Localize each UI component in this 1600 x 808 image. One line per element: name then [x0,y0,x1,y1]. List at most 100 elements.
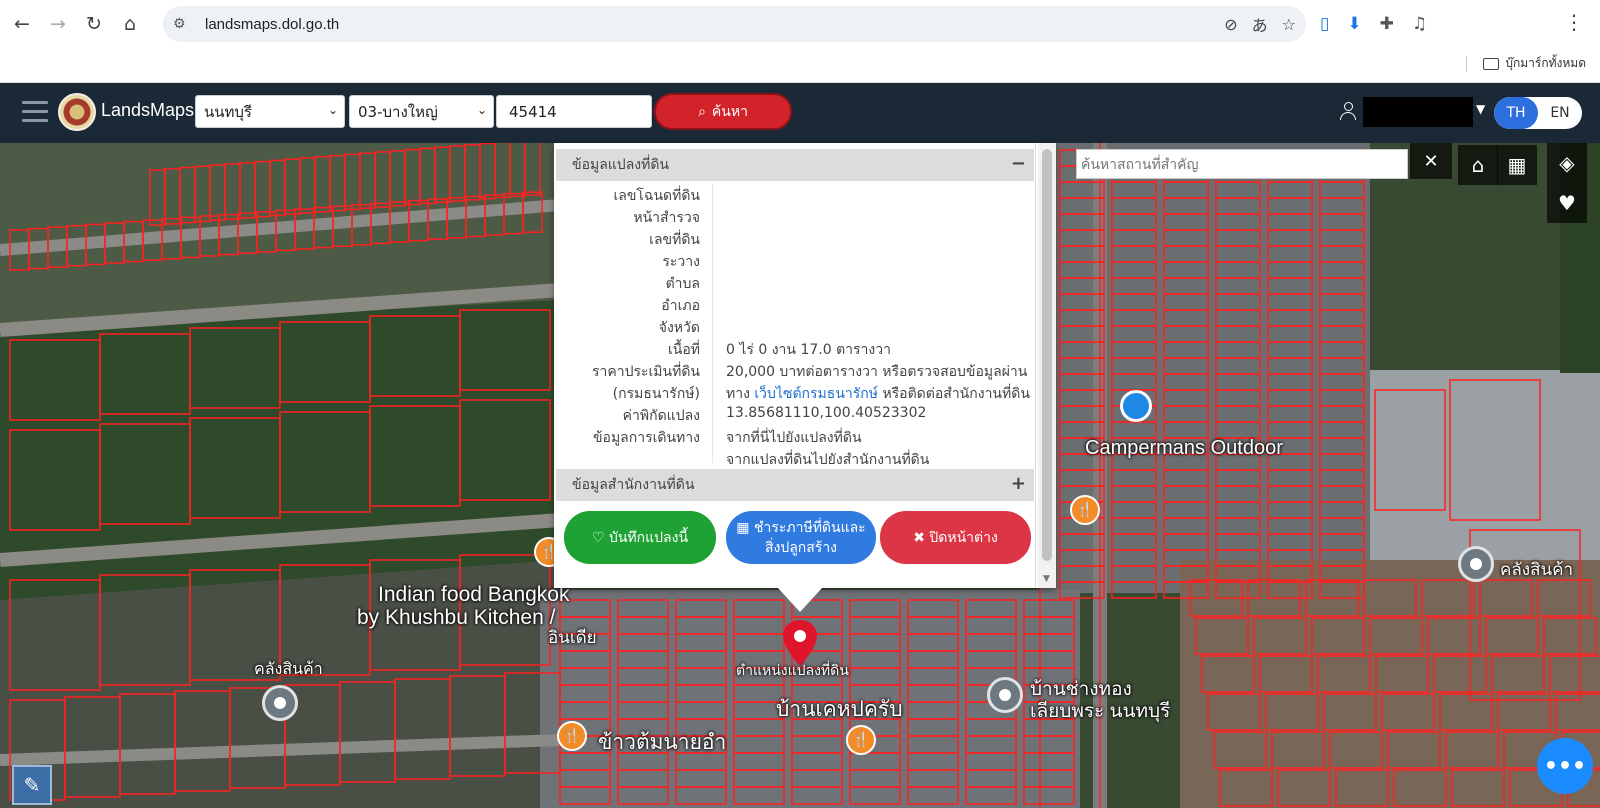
menu-icon[interactable] [22,101,48,128]
land-number-label: เลขที่ดิน [649,232,700,248]
treasury-website-link[interactable]: เว็บไซต์กรมธนารักษ์ [754,386,878,402]
parcel-position-label: ตำแหน่งแปลงที่ดิน [736,662,849,678]
site-info-icon[interactable]: ⚙ [173,16,195,32]
folder-icon [1483,57,1500,70]
extension-doc-icon[interactable]: ▯ [1320,14,1329,34]
office-info-title: ข้อมูลสำนักงานที่ดิน [572,477,695,493]
poi-label-campermans[interactable]: Campermans Outdoor [1085,437,1283,460]
home-icon[interactable]: ⌂ [112,6,148,42]
province-label: จังหวัด [658,320,700,336]
search-icon: ⌕ [698,103,706,120]
poi-label-khao-tom[interactable]: ข้าวต้มนายอำ [598,726,726,759]
district-value: 03-บางใหญ่ [358,102,438,121]
search-button[interactable]: ⌕ ค้นหา [654,93,792,130]
language-toggle[interactable]: TH EN [1494,97,1582,129]
favorite-heart-icon[interactable]: ♥ [1547,183,1587,223]
scroll-down-icon[interactable]: ▼ [1043,574,1050,584]
back-icon[interactable]: ← [4,6,40,42]
close-window-button[interactable]: ✖ ปิดหน้าต่าง [880,511,1031,564]
appraisal-label: ราคาประเมินที่ดิน [591,364,700,380]
extensions-icon[interactable]: ✚ [1380,14,1394,34]
warehouse-poi-icon[interactable] [1458,546,1494,582]
pay-tax-label-2: สิ่งปลูกสร้าง [764,539,838,556]
appraisal-value: 20,000 บาทต่อตารางวา หรือตรวจสอบข้อมูลผ่… [726,364,1028,380]
url-text[interactable]: landsmaps.dol.go.th [205,16,339,33]
map-sheet-label: ระวาง [662,254,700,270]
community-poi-icon[interactable] [987,677,1023,713]
chat-button-icon[interactable]: ••• [1537,738,1593,794]
chevron-down-icon: ⌄ [327,103,338,117]
label-divider [712,183,713,463]
close-window-label: ปิดหน้าต่าง [929,529,998,546]
lang-th-button[interactable]: TH [1494,97,1538,129]
forward-icon[interactable]: → [40,6,76,42]
eye-off-icon[interactable]: ⊘ [1224,15,1237,34]
expand-icon[interactable]: + [1011,473,1026,494]
lang-en-button[interactable]: EN [1538,97,1582,129]
food-poi-icon[interactable]: 🍴 [1070,495,1100,525]
grid-icon[interactable]: ▦ [1497,145,1537,185]
poi-label-warehouse-right[interactable]: คลังสินค้า [1500,556,1573,583]
save-parcel-label: บันทึกแปลงนี้ [608,529,689,546]
deed-label: เลขโฉนดที่ดิน [613,188,700,204]
appraisal-prefix: ทาง [726,386,750,402]
browser-menu-icon[interactable]: ⋮ [1564,10,1584,34]
pay-tax-button[interactable]: ▦ ชำระภาษีที่ดินและ สิ่งปลูกสร้าง [726,511,876,564]
poi-label-ban-kan[interactable]: บ้านเคหปครับ [776,693,903,726]
dol-logo [58,93,96,131]
province-select[interactable]: นนทบุรี ⌄ [195,95,345,128]
media-icon[interactable]: ♫ [1412,14,1427,34]
food-poi-icon[interactable]: 🍴 [557,721,587,751]
poi-label-indian-food-2[interactable]: by Khushbu Kitchen / [357,606,555,630]
district-label: อำเภอ [661,298,700,314]
chevron-down-icon: ⌄ [476,103,487,117]
pay-tax-label-1: ชำระภาษีที่ดินและ [753,519,866,536]
parcel-info-popup: ข้อมูลแปลงที่ดิน − เลขโฉนดที่ดิน หน้าสำร… [554,143,1056,588]
land-info-title: ข้อมูลแปลงที่ดิน [572,157,670,173]
app-header: LandsMaps นนทบุรี ⌄ 03-บางใหญ่ ⌄ 45414 ⌕… [0,83,1600,143]
star-icon[interactable]: ☆ [1282,15,1296,34]
coordinates-link[interactable]: 13.85681110,100.40523302 [726,405,926,421]
search-label: ค้นหา [711,103,748,120]
layers-icon[interactable]: ◈ [1547,143,1587,183]
directions-to-office-link[interactable]: จากแปลงที่ดินไปยังสำนักงานที่ดิน [726,449,929,471]
land-info-section-header[interactable]: ข้อมูลแปลงที่ดิน − [556,149,1034,181]
address-bar[interactable]: ⚙ landsmaps.dol.go.th ⊘ あ ☆ [163,6,1306,42]
warehouse-poi-icon[interactable] [262,685,298,721]
place-search-input[interactable] [1076,149,1408,179]
district-select[interactable]: 03-บางใหญ่ ⌄ [349,95,494,128]
coordinates-label: ค่าพิกัดแปลง [622,408,700,424]
all-bookmarks-button[interactable]: บุ๊กมาร์กทั้งหมด [1466,54,1586,73]
heart-icon: ♡ [591,529,609,546]
download-icon[interactable]: ⬇ [1347,14,1361,34]
collapse-icon[interactable]: − [1011,153,1026,174]
tools-icon[interactable]: ✎ [12,765,52,805]
qr-code-icon: ▦ [736,519,754,536]
appraisal-suffix: หรือติดต่อสำนักงานที่ดิน [882,386,1030,402]
survey-page-label: หน้าสำรวจ [633,210,700,226]
clear-search-icon[interactable]: ✕ [1410,143,1452,179]
all-bookmarks-label: บุ๊กมาร์กทั้งหมด [1505,56,1586,70]
directions-to-parcel-link[interactable]: จากที่นี่ไปยังแปลงที่ดิน [726,427,862,449]
save-parcel-button[interactable]: ♡ บันทึกแปลงนี้ [564,511,716,564]
user-icon[interactable] [1339,102,1357,122]
office-info-section-header[interactable]: ข้อมูลสำนักงานที่ดิน + [556,469,1034,501]
popup-scrollbar[interactable]: ▼ [1038,143,1056,588]
reload-icon[interactable]: ↻ [76,6,112,42]
app-title: LandsMaps [101,100,195,120]
home-map-icon[interactable]: ⌂ [1458,145,1498,185]
user-dropdown-icon[interactable]: ▼ [1476,102,1485,116]
area-value: 0 ไร่ 0 งาน 17.0 ตารางวา [726,342,891,358]
poi-label-ban-chang-2[interactable]: เลียบพระ นนทบุรี [1030,696,1170,726]
parcel-number-input[interactable]: 45414 [496,95,652,128]
popup-pointer [778,588,822,612]
poi-label-warehouse-left[interactable]: คลังสินค้า [254,657,323,682]
camping-poi-icon[interactable] [1120,390,1152,422]
subdistrict-label: ตำบล [665,276,700,292]
user-name-redacted[interactable] [1363,97,1473,127]
poi-label-indian-food-3[interactable]: อินเดีย [548,624,597,651]
food-poi-icon[interactable]: 🍴 [846,725,876,755]
appraisal-value-2: ทาง เว็บไซต์กรมธนารักษ์ หรือติดต่อสำนักง… [726,383,1030,405]
translate-icon[interactable]: あ [1252,12,1268,36]
poi-label-indian-food-1[interactable]: Indian food Bangkok [378,583,569,607]
